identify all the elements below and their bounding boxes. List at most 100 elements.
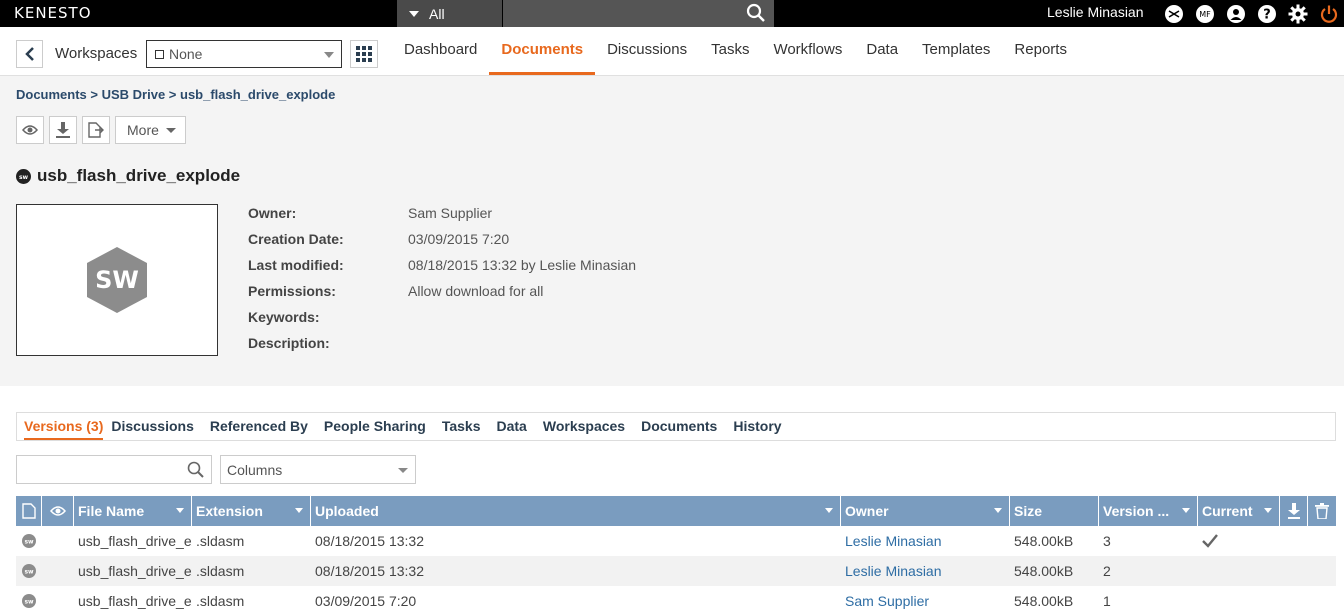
grid-icon xyxy=(356,46,372,62)
search-scope-dropdown[interactable]: All xyxy=(397,0,502,27)
sort-icon[interactable] xyxy=(176,508,184,513)
back-button[interactable] xyxy=(16,40,43,68)
file-name-cell[interactable]: usb_flash_drive_ex xyxy=(74,556,192,586)
header-extension[interactable]: Extension xyxy=(192,496,311,526)
document-thumbnail[interactable]: SW xyxy=(16,204,218,356)
solidworks-file-icon: sw xyxy=(16,526,42,556)
header-filetype[interactable] xyxy=(16,496,42,526)
trash-icon xyxy=(1315,503,1329,519)
search-icon[interactable] xyxy=(746,3,766,26)
file-name-cell[interactable]: usb_flash_drive_ex xyxy=(74,526,192,556)
mf2-icon[interactable]: MF xyxy=(1194,3,1215,24)
subtab-versions-3[interactable]: Versions (3) xyxy=(24,413,104,440)
size-cell: 548.00kB xyxy=(1014,593,1074,609)
global-search-input[interactable] xyxy=(503,0,774,27)
workspace-select[interactable]: None xyxy=(146,40,342,68)
sort-icon[interactable] xyxy=(1182,508,1190,513)
tab-tasks[interactable]: Tasks xyxy=(699,27,761,75)
versions-table: File Name Extension Uploaded Owner Size … xyxy=(16,496,1336,615)
sort-icon[interactable] xyxy=(994,508,1002,513)
delete-cell[interactable] xyxy=(1308,526,1336,556)
header-download[interactable] xyxy=(1280,496,1308,526)
app-logo[interactable]: KENESTO xyxy=(14,4,92,22)
search-icon[interactable] xyxy=(187,461,204,481)
tab-workflows[interactable]: Workflows xyxy=(761,27,854,75)
subtab-history[interactable]: History xyxy=(733,413,789,440)
table-row[interactable]: sw usb_flash_drive_ex .sldasm 03/09/2015 7:… xyxy=(16,586,1336,615)
header-size-label: Size xyxy=(1014,503,1043,519)
header-owner-label: Owner xyxy=(845,503,889,519)
user-name[interactable]: Leslie Minasian xyxy=(1047,4,1144,20)
header-uploaded[interactable]: Uploaded xyxy=(311,496,841,526)
subtab-data[interactable]: Data xyxy=(497,413,535,440)
download-cell[interactable] xyxy=(1280,556,1308,586)
file-icon xyxy=(21,503,36,519)
header-owner[interactable]: Owner xyxy=(841,496,1010,526)
header-delete[interactable] xyxy=(1308,496,1336,526)
header-viewed[interactable] xyxy=(42,496,74,526)
sort-icon[interactable] xyxy=(825,508,833,513)
version-cell: 3 xyxy=(1103,533,1111,549)
checkout-icon xyxy=(88,122,104,138)
header-version[interactable]: Version ... xyxy=(1099,496,1198,526)
sort-icon[interactable] xyxy=(295,508,303,513)
help-icon[interactable]: ? xyxy=(1256,3,1277,24)
solidworks-file-icon: sw xyxy=(16,556,42,586)
columns-select-label: Columns xyxy=(227,461,283,478)
header-current[interactable]: Current xyxy=(1198,496,1280,526)
table-row[interactable]: sw usb_flash_drive_ex .sldasm 08/18/2015 13… xyxy=(16,556,1336,586)
svg-text:sw: sw xyxy=(24,539,34,546)
subtab-tasks[interactable]: Tasks xyxy=(442,413,489,440)
table-search-input[interactable] xyxy=(16,455,212,484)
solidworks-logo-icon: SW xyxy=(87,247,147,313)
subtab-referenced-by[interactable]: Referenced By xyxy=(210,413,316,440)
uploaded-cell: 08/18/2015 13:32 xyxy=(315,533,424,549)
download-cell[interactable] xyxy=(1280,586,1308,615)
more-button[interactable]: More xyxy=(115,116,186,144)
delete-cell[interactable] xyxy=(1308,586,1336,615)
property-label: Creation Date: xyxy=(248,231,344,247)
tab-reports[interactable]: Reports xyxy=(1002,27,1079,75)
power-icon[interactable] xyxy=(1318,3,1339,24)
property-label: Last modified: xyxy=(248,257,344,273)
owner-link[interactable]: Sam Supplier xyxy=(845,593,929,609)
tab-dashboard[interactable]: Dashboard xyxy=(392,27,489,75)
checkout-button[interactable] xyxy=(82,116,110,144)
apps-grid-button[interactable] xyxy=(350,40,378,68)
header-file-name[interactable]: File Name xyxy=(74,496,192,526)
download-cell[interactable] xyxy=(1280,526,1308,556)
breadcrumb[interactable]: Documents > USB Drive > usb_flash_drive_… xyxy=(16,87,335,102)
checkbox-icon xyxy=(155,49,164,59)
columns-select[interactable]: Columns xyxy=(220,455,416,484)
tab-documents[interactable]: Documents xyxy=(489,27,596,75)
table-row[interactable]: sw usb_flash_drive_ex .sldasm 08/18/2015 13… xyxy=(16,526,1336,556)
mail-icon[interactable] xyxy=(1163,3,1184,24)
subtab-people-sharing[interactable]: People Sharing xyxy=(324,413,434,440)
download-button[interactable] xyxy=(49,116,77,144)
tab-templates[interactable]: Templates xyxy=(910,27,1002,75)
sort-icon[interactable] xyxy=(1264,508,1272,513)
file-name-cell[interactable]: usb_flash_drive_ex xyxy=(74,586,192,615)
document-toolbar: More xyxy=(16,116,186,144)
owner-link[interactable]: Leslie Minasian xyxy=(845,563,942,579)
document-properties: Owner: Sam Supplier Creation Date: 03/09/20… xyxy=(248,200,636,356)
subtab-documents[interactable]: Documents xyxy=(641,413,725,440)
gear-icon[interactable] xyxy=(1287,3,1308,24)
user-icon[interactable] xyxy=(1225,3,1246,24)
property-label: Permissions: xyxy=(248,283,336,299)
viewed-cell xyxy=(42,586,74,615)
property-label: Keywords: xyxy=(248,309,320,325)
chevron-left-icon xyxy=(24,47,34,61)
view-button[interactable] xyxy=(16,116,44,144)
svg-text:sw: sw xyxy=(24,599,34,606)
tab-data[interactable]: Data xyxy=(854,27,910,75)
current-cell xyxy=(1198,526,1280,556)
owner-link[interactable]: Leslie Minasian xyxy=(845,533,942,549)
subtab-workspaces[interactable]: Workspaces xyxy=(543,413,633,440)
subtab-discussions[interactable]: Discussions xyxy=(111,413,201,440)
chevron-down-icon xyxy=(324,52,334,58)
tab-discussions[interactable]: Discussions xyxy=(595,27,699,75)
svg-text:?: ? xyxy=(1263,7,1271,22)
header-size[interactable]: Size xyxy=(1010,496,1099,526)
delete-cell[interactable] xyxy=(1308,556,1336,586)
